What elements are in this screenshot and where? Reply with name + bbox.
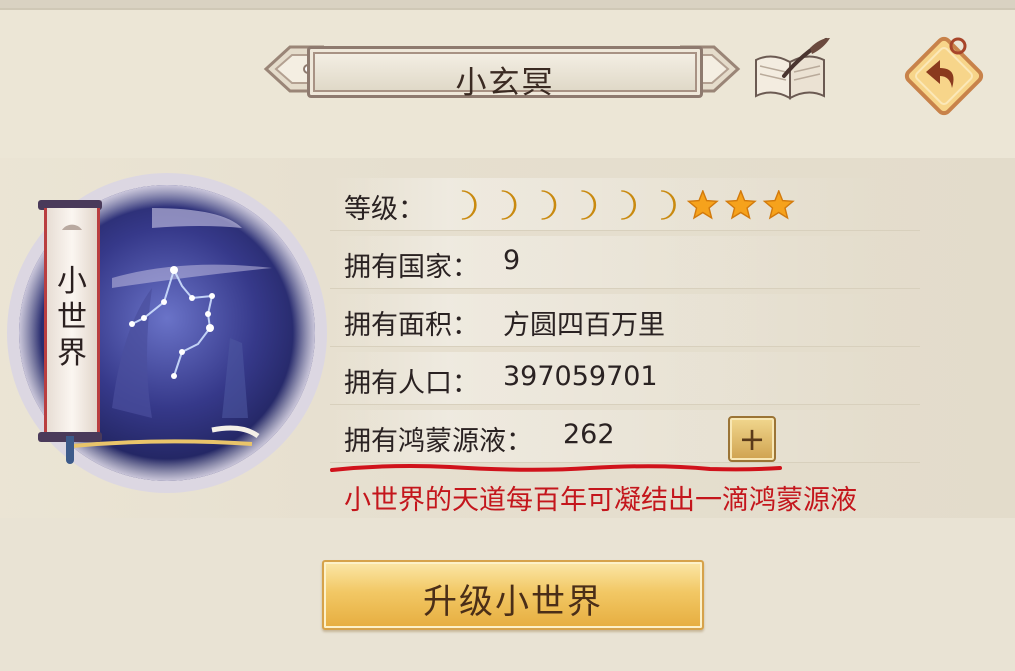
- moon-icon: [461, 190, 477, 220]
- moon-icon: [541, 190, 557, 220]
- area-value: 方圆四百万里: [503, 310, 665, 341]
- liquid-row: 拥有鸿蒙源液： 262: [330, 410, 920, 463]
- area-row: 拥有面积： 方圆四百万里: [330, 294, 920, 347]
- title-plate: 小玄冥: [307, 46, 703, 101]
- world-badge-char-2: 世: [57, 300, 87, 335]
- top-band: [0, 0, 1015, 8]
- fan-icon: [62, 224, 82, 230]
- liquid-label: 拥有鸿蒙源液：: [344, 426, 533, 457]
- moon-icon: [621, 190, 636, 220]
- scroll-tassel: [66, 436, 74, 464]
- moon-icon: [661, 190, 676, 220]
- moon-icon: [501, 190, 517, 220]
- country-label: 拥有国家：: [344, 252, 479, 283]
- population-row: 拥有人口： 397059701: [330, 352, 920, 405]
- population-label: 拥有人口：: [344, 368, 479, 399]
- red-annotation-underline: [330, 464, 782, 472]
- book-quill-icon[interactable]: [750, 36, 832, 106]
- country-row: 拥有国家： 9: [330, 236, 920, 289]
- title-banner: 小玄冥: [262, 38, 742, 101]
- star-icon: [724, 190, 757, 220]
- world-badge-scroll: 小 世 界: [36, 200, 106, 465]
- area-label: 拥有面积：: [344, 310, 479, 341]
- page-title: 小玄冥: [455, 65, 555, 101]
- scroll-paper: 小 世 界: [44, 208, 100, 436]
- upgrade-world-label: 升级小世界: [423, 582, 603, 622]
- level-rank-icons: [461, 190, 795, 220]
- world-badge-char-3: 界: [57, 336, 87, 371]
- population-value: 397059701: [503, 361, 658, 392]
- upgrade-world-button[interactable]: 升级小世界: [322, 560, 704, 630]
- country-value: 9: [503, 245, 521, 276]
- level-row: 等级：: [330, 178, 920, 231]
- star-icon: [762, 190, 795, 220]
- top-divider: [0, 8, 1015, 10]
- moon-icon: [581, 190, 597, 220]
- star-icon: [686, 190, 719, 220]
- level-label: 等级：: [344, 194, 425, 225]
- annotation-note: 小世界的天道每百年可凝结出一滴鸿蒙源液: [344, 485, 857, 516]
- world-badge-char-1: 小: [57, 264, 87, 299]
- liquid-value: 262: [563, 419, 615, 450]
- add-liquid-button[interactable]: +: [728, 416, 776, 462]
- back-button[interactable]: [896, 28, 992, 124]
- world-badge-label: 小 世 界: [47, 264, 97, 372]
- plus-icon: +: [738, 420, 766, 458]
